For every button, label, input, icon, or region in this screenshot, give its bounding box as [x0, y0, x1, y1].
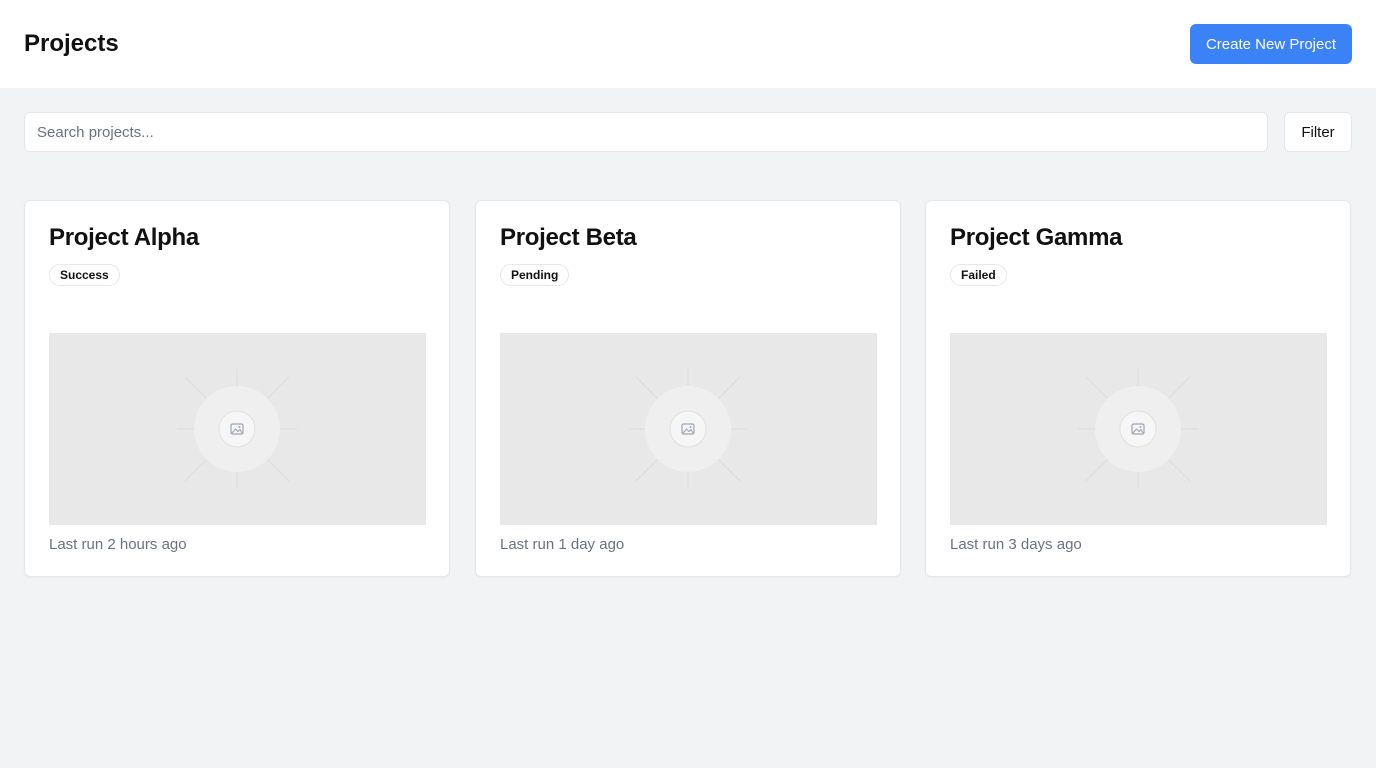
project-thumbnail [49, 333, 426, 525]
image-placeholder-icon [1078, 369, 1198, 489]
last-run-text: Last run 2 hours ago [49, 536, 187, 553]
project-title: Project Gamma [950, 224, 1123, 251]
search-input[interactable] [24, 112, 1268, 152]
status-badge: Success [49, 264, 120, 286]
status-badge: Pending [500, 264, 570, 286]
status-badge: Failed [950, 264, 1007, 286]
page-title: Projects [24, 30, 119, 57]
project-title: Project Alpha [49, 224, 199, 251]
project-card[interactable]: Project Alpha Success Last run 2 hours a… [24, 200, 450, 577]
project-thumbnail [950, 333, 1327, 525]
create-project-button[interactable]: Create New Project [1190, 24, 1352, 64]
project-thumbnail [500, 333, 877, 525]
page-header: Projects Create New Project [0, 0, 1376, 88]
image-placeholder-icon [177, 369, 297, 489]
last-run-text: Last run 1 day ago [500, 536, 625, 553]
project-title: Project Beta [500, 224, 637, 251]
filter-button[interactable]: Filter [1284, 112, 1352, 152]
image-placeholder-icon [628, 369, 748, 489]
project-card[interactable]: Project Beta Pending Last run 1 day ago [475, 200, 901, 577]
project-card[interactable]: Project Gamma Failed Last run 3 days ago [925, 200, 1351, 577]
last-run-text: Last run 3 days ago [950, 536, 1082, 553]
